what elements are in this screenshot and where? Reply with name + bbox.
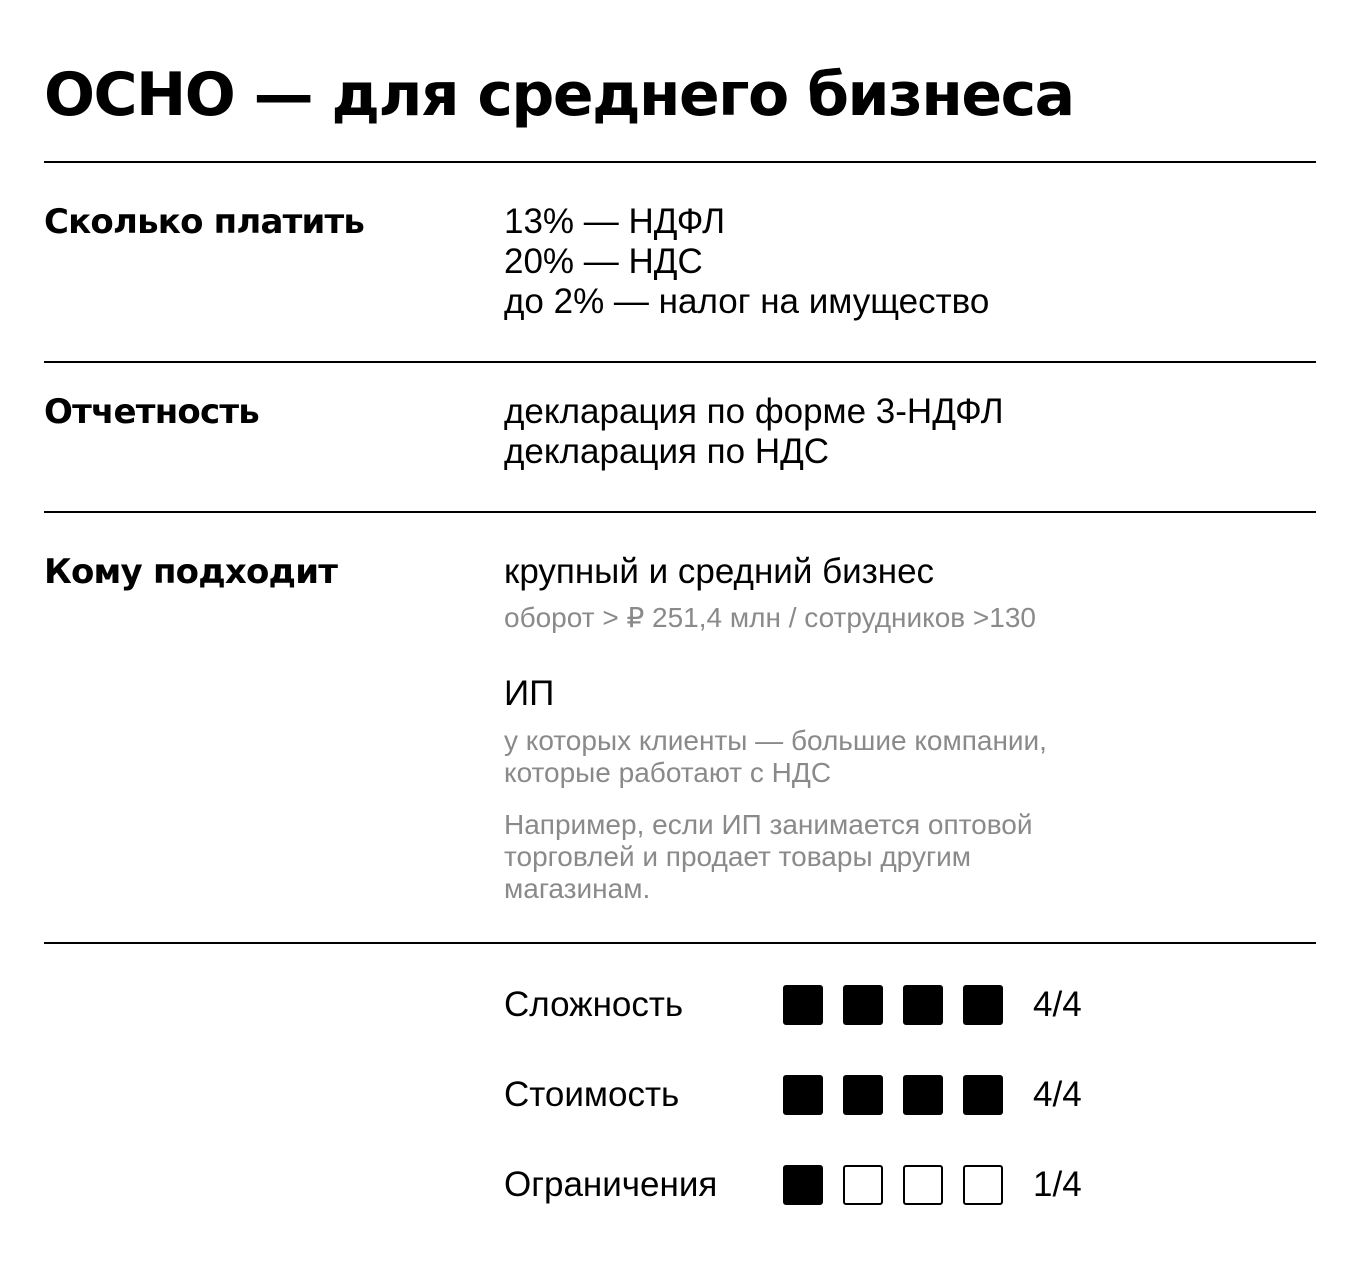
rating-label-cost: Стоимость bbox=[504, 1075, 680, 1114]
suits-note-business: оборот > ₽ 251,4 млн / сотрудников >130 bbox=[504, 602, 1036, 634]
suits-heading: крупный и средний бизнес bbox=[504, 552, 935, 591]
rating-square-filled bbox=[963, 1075, 1003, 1115]
rating-square-filled bbox=[963, 985, 1003, 1025]
suits-note: у которых клиенты — большие компании, bbox=[504, 725, 1047, 756]
rating-score-complexity: 4/4 bbox=[1033, 985, 1082, 1024]
rating-square-filled bbox=[783, 1075, 823, 1115]
rating-score-cost: 4/4 bbox=[1033, 1075, 1082, 1114]
payment-details: 13% — НДФЛ 20% — НДС до 2% — налог на им… bbox=[504, 202, 989, 322]
suits-example: магазинам. bbox=[504, 873, 651, 904]
divider bbox=[44, 161, 1316, 163]
payment-line: до 2% — налог на имущество bbox=[504, 282, 990, 321]
rating-label-limits: Ограничения bbox=[504, 1165, 718, 1204]
reporting-line: декларация по НДС bbox=[504, 432, 830, 471]
section-label-payment: Сколько платить bbox=[44, 202, 365, 242]
reporting-line: декларация по форме 3-НДФЛ bbox=[504, 392, 1004, 431]
payment-line: 13% — НДФЛ bbox=[504, 202, 726, 241]
rating-label-complexity: Сложность bbox=[504, 985, 684, 1024]
rating-score-limits: 1/4 bbox=[1033, 1165, 1082, 1204]
rating-square-filled bbox=[903, 1075, 943, 1115]
rating-squares-cost bbox=[783, 1075, 1003, 1115]
suits-note: которые работают с НДС bbox=[504, 757, 832, 788]
suits-group-business: крупный и средний бизнес bbox=[504, 552, 934, 592]
suits-note-ip: у которых клиенты — большие компании, ко… bbox=[504, 725, 1047, 789]
section-label-reporting: Отчетность bbox=[44, 392, 260, 432]
rating-square-filled bbox=[843, 1075, 883, 1115]
rating-square-empty bbox=[963, 1165, 1003, 1205]
suits-note: оборот > ₽ 251,4 млн / сотрудников >130 bbox=[504, 602, 1036, 633]
reporting-details: декларация по форме 3-НДФЛ декларация по… bbox=[504, 392, 1004, 472]
page-title: ОСНО — для среднего бизнеса bbox=[44, 60, 1075, 130]
divider bbox=[44, 361, 1316, 363]
section-label-suits: Кому подходит bbox=[44, 552, 338, 592]
rating-square-filled bbox=[843, 985, 883, 1025]
rating-square-filled bbox=[903, 985, 943, 1025]
suits-example: торговлей и продает товары другим bbox=[504, 841, 972, 872]
divider bbox=[44, 942, 1316, 944]
suits-example-ip: Например, если ИП занимается оптовой тор… bbox=[504, 809, 1033, 905]
payment-line: 20% — НДС bbox=[504, 242, 703, 281]
rating-squares-complexity bbox=[783, 985, 1003, 1025]
suits-example: Например, если ИП занимается оптовой bbox=[504, 809, 1033, 840]
suits-heading: ИП bbox=[504, 674, 555, 713]
rating-square-empty bbox=[903, 1165, 943, 1205]
rating-square-filled bbox=[783, 1165, 823, 1205]
suits-group-ip: ИП bbox=[504, 674, 554, 714]
rating-square-filled bbox=[783, 985, 823, 1025]
rating-squares-limits bbox=[783, 1165, 1003, 1205]
divider bbox=[44, 511, 1316, 513]
rating-square-empty bbox=[843, 1165, 883, 1205]
